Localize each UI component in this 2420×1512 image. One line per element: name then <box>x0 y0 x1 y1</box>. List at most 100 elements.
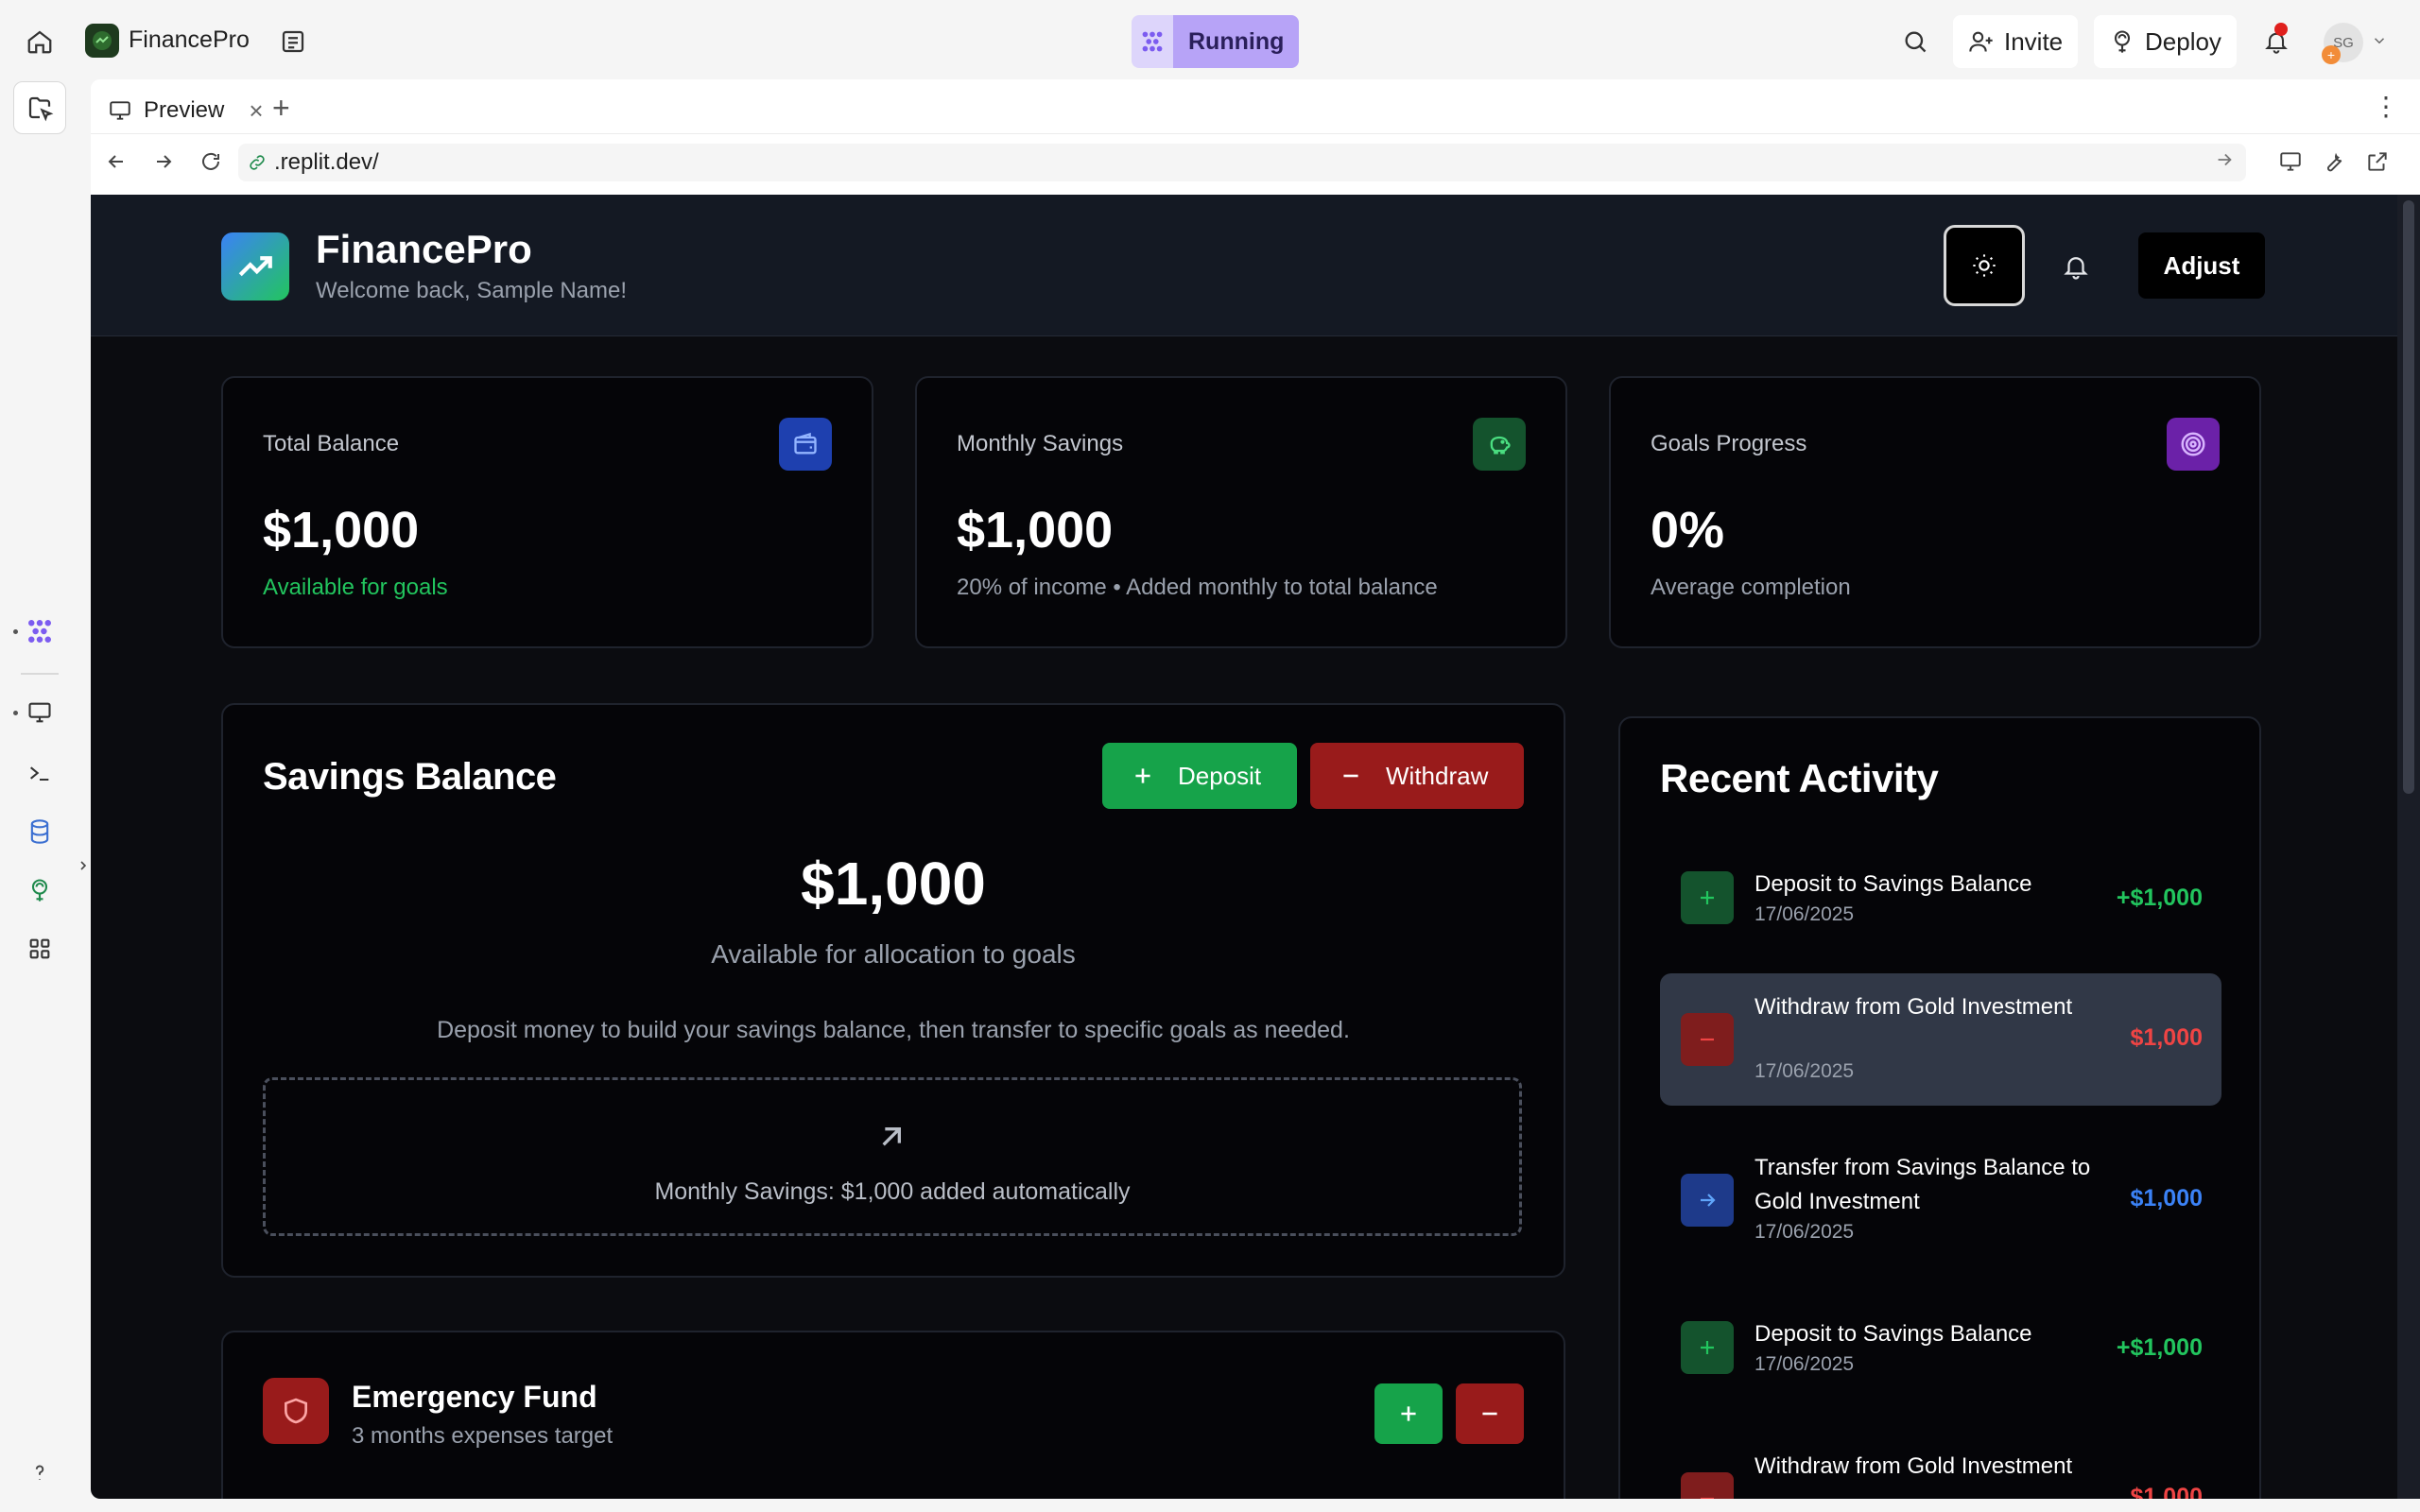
minus-icon <box>1681 1472 1734 1499</box>
goal-withdraw-button[interactable] <box>1456 1383 1524 1444</box>
rail-active-dot <box>13 629 18 634</box>
link-icon <box>248 153 267 172</box>
goal-add-button[interactable] <box>1374 1383 1443 1444</box>
withdraw-button[interactable]: Withdraw <box>1310 743 1524 809</box>
tab-preview-label: Preview <box>144 97 225 123</box>
activity-title: Deposit to Savings Balance <box>1754 1321 2032 1347</box>
database-icon[interactable] <box>23 815 57 849</box>
reload-icon[interactable] <box>197 147 225 176</box>
piggy-bank-icon <box>1473 418 1526 471</box>
bell-icon[interactable] <box>2057 248 2095 285</box>
agent-icon[interactable] <box>23 614 57 648</box>
activity-amount: $1,000 <box>2130 1484 2203 1499</box>
home-icon[interactable] <box>23 25 57 59</box>
activity-date: 17/06/2025 <box>1754 1060 1855 1082</box>
activity-title: Withdraw from Gold Investment <box>1754 1453 2073 1479</box>
goal-subtitle: 3 months expenses target <box>352 1423 614 1449</box>
app-logo-icon <box>85 24 119 58</box>
activity-title: Deposit to Savings Balance <box>1754 871 2032 897</box>
recent-activity-title: Recent Activity <box>1660 756 1939 800</box>
activity-title: Withdraw from Gold Investment <box>1754 994 2073 1020</box>
tab-preview[interactable]: Preview × <box>98 87 273 134</box>
activity-title: Transfer from Savings Balance to Gold In… <box>1754 1155 2091 1214</box>
chevron-down-icon[interactable] <box>2371 32 2388 49</box>
plus-icon <box>1681 1321 1734 1374</box>
welcome-text: Welcome back, Sample Name! <box>316 278 628 303</box>
files-icon[interactable] <box>276 25 310 59</box>
go-arrow-icon[interactable] <box>2214 149 2235 170</box>
search-icon[interactable] <box>1898 25 1932 59</box>
add-user-icon <box>1968 28 1995 55</box>
savings-balance-card: Savings Balance Deposit Withdraw $1,000 … <box>221 703 1565 1278</box>
deploy-icon <box>2109 28 2135 55</box>
url-field[interactable]: .replit.dev/ <box>238 144 2246 181</box>
adjust-button[interactable]: Adjust <box>2138 232 2265 299</box>
activity-amount: $1,000 <box>2130 1185 2203 1211</box>
arrow-right-icon <box>1681 1174 1734 1227</box>
invite-button[interactable]: Invite <box>1953 15 2079 68</box>
all-tools-grid-icon[interactable] <box>23 932 57 966</box>
goals-progress-card: Goals Progress 0% Average completion <box>1609 376 2261 648</box>
scrollbar-thumb[interactable] <box>2403 200 2414 794</box>
forward-arrow-icon[interactable] <box>149 147 178 176</box>
shell-terminal-icon[interactable] <box>23 756 57 790</box>
app-header: FinancePro Welcome back, Sample Name! Ad… <box>91 195 2397 336</box>
open-external-icon[interactable] <box>2363 147 2392 176</box>
address-bar: .replit.dev/ <box>91 134 2420 189</box>
rail-active-dot <box>13 711 18 715</box>
more-options-icon[interactable]: ⋮ <box>2373 91 2399 122</box>
url-text: .replit.dev/ <box>274 149 379 175</box>
emergency-fund-card: Emergency Fund 3 months expenses target <box>221 1331 1565 1499</box>
preview-panel: Preview × + ⋮ .replit.dev/ FinancePro We… <box>91 79 2420 1499</box>
stat-value: $1,000 <box>957 502 1114 558</box>
avatar-badge-icon: + <box>2322 45 2341 64</box>
run-status-button[interactable]: Running <box>1132 15 1300 68</box>
activity-date: 17/06/2025 <box>1754 1221 1855 1243</box>
recent-activity-card: Recent Activity Deposit to Savings Balan… <box>1618 716 2261 1499</box>
trending-up-icon <box>221 232 289 301</box>
chevron-right-icon[interactable] <box>76 858 91 873</box>
stat-title: Goals Progress <box>1651 431 1807 456</box>
minus-icon <box>1339 764 1363 788</box>
new-tab-icon[interactable]: + <box>272 91 290 126</box>
theme-toggle-sun-icon[interactable] <box>1944 225 2025 306</box>
withdraw-label: Withdraw <box>1386 761 1489 790</box>
preview-monitor-icon[interactable] <box>23 696 57 730</box>
running-icon <box>1132 15 1173 68</box>
finance-app: FinancePro Welcome back, Sample Name! Ad… <box>91 195 2397 1499</box>
deploy-button[interactable]: Deploy <box>2094 15 2237 68</box>
deployments-icon[interactable] <box>23 873 57 907</box>
stat-value: $1,000 <box>263 502 420 558</box>
activity-amount: $1,000 <box>2130 1024 2203 1051</box>
activity-date: 17/06/2025 <box>1754 1353 1855 1375</box>
close-tab-icon[interactable]: × <box>249 96 263 126</box>
back-arrow-icon[interactable] <box>102 147 130 176</box>
help-icon[interactable] <box>23 1455 57 1489</box>
deposit-label: Deposit <box>1178 761 1262 790</box>
device-preview-icon[interactable] <box>2276 147 2305 176</box>
savings-description: Deposit money to build your savings bala… <box>437 1017 1350 1043</box>
wallet-icon <box>779 418 832 471</box>
sidebar-toggle-icon[interactable] <box>13 81 66 134</box>
tab-bar: Preview × + ⋮ <box>91 79 2420 134</box>
rail-divider <box>21 673 59 675</box>
activity-item[interactable]: Deposit to Savings Balance 17/06/2025 +$… <box>1660 1300 2221 1404</box>
savings-balance-title: Savings Balance <box>263 756 557 798</box>
arrow-up-right-icon <box>871 1116 912 1158</box>
deposit-button[interactable]: Deposit <box>1102 743 1297 809</box>
total-balance-card: Total Balance $1,000 Available for goals <box>221 376 873 648</box>
stat-title: Monthly Savings <box>957 431 1124 456</box>
stat-title: Total Balance <box>263 431 400 456</box>
stat-subtitle: 20% of income • Added monthly to total b… <box>957 575 1438 600</box>
activity-item[interactable]: Withdraw from Gold Investment $1,000 <box>1660 1433 2221 1499</box>
app-name[interactable]: FinancePro <box>129 26 250 54</box>
devtools-wrench-icon[interactable] <box>2320 147 2348 176</box>
activity-item[interactable]: Transfer from Savings Balance to Gold In… <box>1660 1134 2221 1266</box>
minus-icon <box>1681 1013 1734 1066</box>
app-scrollbar[interactable] <box>2397 195 2420 1499</box>
activity-item[interactable]: Deposit to Savings Balance 17/06/2025 +$… <box>1660 850 2221 954</box>
monthly-savings-text: Monthly Savings: $1,000 added automatica… <box>654 1178 1131 1205</box>
activity-item[interactable]: Withdraw from Gold Investment 17/06/2025… <box>1660 973 2221 1106</box>
notification-dot <box>2274 23 2288 36</box>
activity-date: 17/06/2025 <box>1754 903 1855 925</box>
